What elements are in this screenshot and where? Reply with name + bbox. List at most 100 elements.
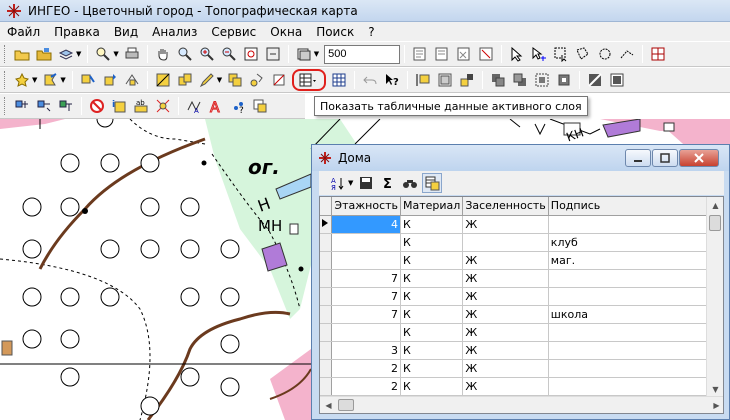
table-cell[interactable] <box>331 323 402 342</box>
table-cell[interactable]: К <box>400 215 464 234</box>
spatial-query-icon[interactable] <box>153 96 173 116</box>
table-row[interactable]: К Жмаг. <box>320 251 723 270</box>
table-row[interactable]: 7КЖ <box>320 287 723 306</box>
attribute-icon[interactable]: i <box>109 96 129 116</box>
sum-icon[interactable]: Σ <box>378 173 398 193</box>
send-back-icon[interactable] <box>510 70 530 90</box>
hand-pan-icon[interactable] <box>153 44 173 64</box>
table-cell[interactable]: К <box>400 305 464 324</box>
column-header[interactable]: Подпись <box>548 197 723 216</box>
help-pointer-icon[interactable]: ? <box>382 70 402 90</box>
toolbar-grip[interactable] <box>4 71 7 89</box>
table-cell[interactable]: К <box>400 287 464 306</box>
dropdown-arrow-icon[interactable]: ▼ <box>348 179 353 187</box>
show-table-data-button[interactable] <box>292 69 327 91</box>
zoom-out-icon[interactable] <box>219 44 239 64</box>
grid-tool-icon[interactable] <box>648 44 668 64</box>
select-arrow-icon[interactable] <box>507 44 527 64</box>
select-plus-icon[interactable] <box>529 44 549 64</box>
row-indicator[interactable] <box>320 287 333 306</box>
table-cell[interactable]: клуб <box>548 233 723 252</box>
table-cell[interactable]: маг. <box>548 251 723 270</box>
text-style-icon[interactable]: A <box>206 96 226 116</box>
menu-analysis[interactable]: Анализ <box>145 25 204 39</box>
table-cell[interactable]: 7 <box>331 287 402 306</box>
symbol-icon[interactable] <box>247 70 267 90</box>
dropdown-arrow-icon[interactable]: ▼ <box>217 76 222 84</box>
table-cell[interactable]: К <box>400 377 464 396</box>
search-map-icon[interactable] <box>93 44 113 64</box>
table-cell[interactable]: Ж <box>462 251 549 270</box>
open-project-icon[interactable] <box>34 44 54 64</box>
row-indicator[interactable] <box>320 359 333 378</box>
table-cell[interactable]: Ж <box>462 341 549 360</box>
table-cell[interactable] <box>548 341 723 360</box>
menu-service[interactable]: Сервис <box>204 25 263 39</box>
scroll-right-icon[interactable]: ▶ <box>708 397 723 413</box>
object-props-icon[interactable] <box>432 44 452 64</box>
dropdown-arrow-icon[interactable]: ▼ <box>314 50 319 58</box>
current-row-indicator[interactable] <box>320 215 333 234</box>
table-cell[interactable]: Ж <box>462 269 549 288</box>
table-cell[interactable] <box>548 269 723 288</box>
zoom-window-icon[interactable] <box>175 44 195 64</box>
zoom-extent-icon[interactable] <box>241 44 261 64</box>
info-card-icon[interactable] <box>250 96 270 116</box>
lines-style-icon[interactable]: A <box>184 96 204 116</box>
dropdown-arrow-icon[interactable]: ▼ <box>60 76 65 84</box>
maximize-button[interactable] <box>652 149 678 167</box>
attribute-grid[interactable]: Этажность Материал Заселенность Подпись … <box>319 196 724 414</box>
row-indicator[interactable] <box>320 269 333 288</box>
link-layer-icon[interactable] <box>34 96 54 116</box>
table-cell[interactable]: 4 <box>331 215 402 234</box>
table-cell[interactable]: К <box>400 269 464 288</box>
column-header[interactable]: Материал <box>400 197 464 216</box>
scroll-up-icon[interactable]: ▲ <box>707 197 723 214</box>
binoculars-icon[interactable] <box>400 173 420 193</box>
menu-file[interactable]: Файл <box>0 25 47 39</box>
scale-icon[interactable] <box>294 44 314 64</box>
table-row[interactable]: 7 К Жшкола <box>320 305 723 324</box>
bring-front-icon[interactable] <box>488 70 508 90</box>
scale-input[interactable] <box>324 44 401 64</box>
table-cell[interactable] <box>548 323 723 342</box>
table-columns-icon[interactable] <box>329 70 349 90</box>
table-cell[interactable]: 2 <box>331 359 402 378</box>
row-indicator[interactable] <box>320 251 333 270</box>
split-icon[interactable] <box>153 70 173 90</box>
zoom-in-icon[interactable] <box>197 44 217 64</box>
close-button[interactable] <box>679 149 719 167</box>
menu-help[interactable]: ? <box>361 25 381 39</box>
zoom-previous-icon[interactable] <box>263 44 283 64</box>
sort-icon[interactable]: AЯ <box>328 173 348 193</box>
table-cell[interactable] <box>548 377 723 396</box>
table-cell[interactable]: К <box>400 251 464 270</box>
node-add-icon[interactable] <box>122 70 142 90</box>
row-indicator[interactable] <box>320 323 333 342</box>
table-cell[interactable] <box>331 233 402 252</box>
row-indicator[interactable] <box>320 233 333 252</box>
vertical-scrollbar[interactable]: ▲ ▼ <box>706 197 723 398</box>
table-window-titlebar[interactable]: Дома <box>312 145 729 171</box>
table-cell[interactable]: К <box>400 233 464 252</box>
add-object-icon[interactable] <box>410 44 430 64</box>
clip-icon[interactable] <box>269 70 289 90</box>
menu-view[interactable]: Вид <box>107 25 145 39</box>
row-indicator[interactable] <box>320 377 333 396</box>
table-cell[interactable]: 2 <box>331 377 402 396</box>
node-move-icon[interactable] <box>100 70 120 90</box>
table-cell[interactable]: 7 <box>331 305 402 324</box>
table-cell[interactable]: К <box>400 323 464 342</box>
dropdown-arrow-icon[interactable]: ▼ <box>76 50 81 58</box>
fill-icon[interactable] <box>607 70 627 90</box>
scroll-left-icon[interactable]: ◀ <box>320 397 337 413</box>
undo-icon[interactable] <box>360 70 380 90</box>
group-icon[interactable] <box>532 70 552 90</box>
no-entry-icon[interactable] <box>87 96 107 116</box>
topology-icon[interactable] <box>56 96 76 116</box>
menu-search[interactable]: Поиск <box>309 25 361 39</box>
table-cell[interactable] <box>462 233 549 252</box>
open-folder-icon[interactable] <box>12 44 32 64</box>
layer-style-icon[interactable] <box>40 70 60 90</box>
table-cell[interactable] <box>548 287 723 306</box>
